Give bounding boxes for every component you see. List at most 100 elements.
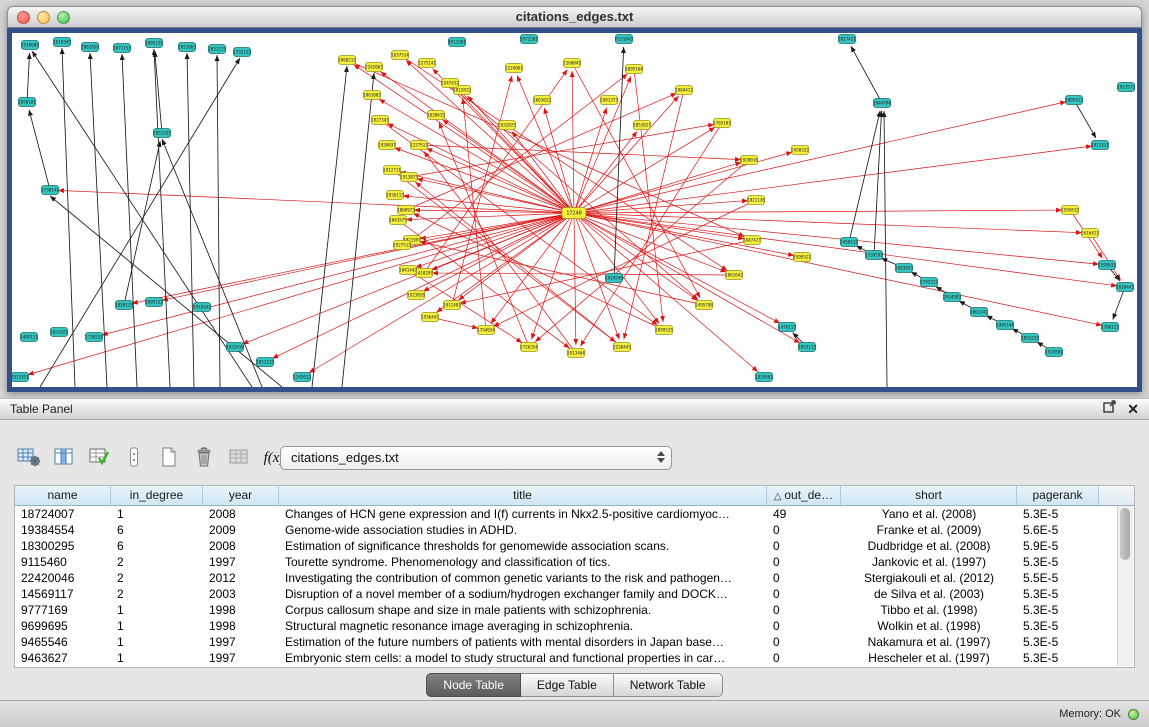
table-cell[interactable]: 1 (111, 506, 203, 522)
table-cell[interactable]: 1997 (203, 634, 279, 650)
table-cell[interactable]: 18300295 (15, 538, 111, 554)
table-cell[interactable]: 9463627 (15, 650, 111, 666)
minimize-window-button[interactable] (37, 11, 50, 24)
table-row[interactable]: 1872400712008Changes of HCN gene express… (15, 506, 1134, 522)
network-window-titlebar[interactable]: citations_edges.txt (7, 6, 1142, 28)
column-header-out_de[interactable]: △ out_de… (767, 486, 841, 506)
table-cell[interactable]: Yano et al. (2008) (841, 506, 1017, 522)
table-source-combobox[interactable]: citations_edges.txt (280, 446, 672, 470)
table-row[interactable]: 1938455462009Genome-wide association stu… (15, 522, 1134, 538)
table-cell[interactable]: Tourette syndrome. Phenomenology and cla… (279, 554, 767, 570)
table-cell[interactable]: 2 (111, 586, 203, 602)
table-cell[interactable]: 0 (767, 538, 841, 554)
table-cell[interactable]: 6 (111, 522, 203, 538)
column-header-year[interactable]: year (203, 486, 279, 506)
tab-edge-table[interactable]: Edge Table (521, 673, 614, 697)
tab-node-table[interactable]: Node Table (426, 673, 521, 697)
table-cell[interactable]: 5.3E-5 (1017, 506, 1099, 522)
table-cell[interactable]: 5.5E-5 (1017, 570, 1099, 586)
table-cell[interactable]: 5.9E-5 (1017, 538, 1099, 554)
table-cell[interactable]: Franke et al. (2009) (841, 522, 1017, 538)
table-cell[interactable]: 2008 (203, 506, 279, 522)
table-row[interactable]: 1830029562008Estimation of significance … (15, 538, 1134, 554)
table-cell[interactable]: 49 (767, 506, 841, 522)
table-cell[interactable]: 2003 (203, 586, 279, 602)
table-cell[interactable]: 22420046 (15, 570, 111, 586)
delete-column-button[interactable] (191, 445, 217, 471)
table-row[interactable]: 946554611997Estimation of the future num… (15, 634, 1134, 650)
close-panel-button[interactable]: ✕ (1127, 402, 1139, 416)
new-column-button[interactable] (156, 445, 182, 471)
table-cell[interactable]: 1 (111, 634, 203, 650)
column-header-name[interactable]: name (15, 486, 111, 506)
table-cell[interactable]: 5.3E-5 (1017, 634, 1099, 650)
table-cell[interactable]: Changes of HCN gene expression and I(f) … (279, 506, 767, 522)
scrollbar-thumb[interactable] (1120, 508, 1130, 560)
table-cell[interactable]: 14569117 (15, 586, 111, 602)
table-cell[interactable]: de Silva et al. (2003) (841, 586, 1017, 602)
table-cell[interactable]: 0 (767, 634, 841, 650)
table-cell[interactable]: 9115460 (15, 554, 111, 570)
column-header-pagerank[interactable]: pagerank (1017, 486, 1099, 506)
table-cell[interactable]: 1997 (203, 650, 279, 666)
float-panel-icon[interactable] (1103, 399, 1117, 420)
table-cell[interactable]: 1 (111, 618, 203, 634)
column-settings-button[interactable] (16, 445, 42, 471)
table-cell[interactable]: Dudbridge et al. (2008) (841, 538, 1017, 554)
table-cell[interactable]: 5.3E-5 (1017, 650, 1099, 666)
table-cell[interactable]: Tibbo et al. (1998) (841, 602, 1017, 618)
show-columns-button[interactable] (51, 445, 77, 471)
import-table-button[interactable] (226, 445, 252, 471)
row-options-button[interactable] (121, 445, 147, 471)
column-header-title[interactable]: title (279, 486, 767, 506)
table-row[interactable]: 969969511998Structural magnetic resonanc… (15, 618, 1134, 634)
table-cell[interactable]: Embryonic stem cells: a model to study s… (279, 650, 767, 666)
table-row[interactable]: 1456911722003Disruption of a novel membe… (15, 586, 1134, 602)
table-cell[interactable]: 0 (767, 602, 841, 618)
table-cell[interactable]: Wolkin et al. (1998) (841, 618, 1017, 634)
table-cell[interactable]: 0 (767, 522, 841, 538)
table-cell[interactable]: 5.3E-5 (1017, 554, 1099, 570)
table-cell[interactable]: 1998 (203, 618, 279, 634)
table-cell[interactable]: 5.3E-5 (1017, 618, 1099, 634)
table-cell[interactable]: 19384554 (15, 522, 111, 538)
table-cell[interactable]: 1998 (203, 602, 279, 618)
table-cell[interactable]: 0 (767, 570, 841, 586)
edit-columns-button[interactable] (86, 445, 112, 471)
table-cell[interactable]: Hescheler et al. (1997) (841, 650, 1017, 666)
table-cell[interactable]: Investigating the contribution of common… (279, 570, 767, 586)
table-cell[interactable]: 5.3E-5 (1017, 586, 1099, 602)
table-cell[interactable]: Genome-wide association studies in ADHD. (279, 522, 767, 538)
table-cell[interactable]: 0 (767, 650, 841, 666)
table-cell[interactable]: 9465546 (15, 634, 111, 650)
table-cell[interactable]: 18724007 (15, 506, 111, 522)
table-cell[interactable]: 6 (111, 538, 203, 554)
zoom-window-button[interactable] (57, 11, 70, 24)
table-cell[interactable]: 0 (767, 554, 841, 570)
table-cell[interactable]: 2008 (203, 538, 279, 554)
table-cell[interactable]: Disruption of a novel member of a sodium… (279, 586, 767, 602)
table-cell[interactable]: Nakamura et al. (1997) (841, 634, 1017, 650)
citation-network-graph[interactable]: 1724022608451895164190441217651031920018… (12, 33, 1137, 387)
table-cell[interactable]: 5.3E-5 (1017, 602, 1099, 618)
table-cell[interactable]: 1 (111, 602, 203, 618)
table-cell[interactable]: 9777169 (15, 602, 111, 618)
table-row[interactable]: 911546021997Tourette syndrome. Phenomeno… (15, 554, 1134, 570)
table-cell[interactable]: 5.6E-5 (1017, 522, 1099, 538)
network-canvas[interactable]: 1724022608451895164190441217651031920018… (7, 28, 1142, 392)
table-cell[interactable]: 0 (767, 618, 841, 634)
table-cell[interactable]: 2 (111, 554, 203, 570)
table-vertical-scrollbar[interactable] (1117, 506, 1133, 666)
table-cell[interactable]: 1997 (203, 554, 279, 570)
table-cell[interactable]: Structural magnetic resonance image aver… (279, 618, 767, 634)
table-cell[interactable]: 1 (111, 650, 203, 666)
table-cell[interactable]: Estimation of significance thresholds fo… (279, 538, 767, 554)
table-cell[interactable]: 2009 (203, 522, 279, 538)
table-cell[interactable]: Stergiakouli et al. (2012) (841, 570, 1017, 586)
table-cell[interactable]: 9699695 (15, 618, 111, 634)
table-cell[interactable]: Corpus callosum shape and size in male p… (279, 602, 767, 618)
column-header-short[interactable]: short (841, 486, 1017, 506)
table-cell[interactable]: 2 (111, 570, 203, 586)
table-row[interactable]: 2242004622012Investigating the contribut… (15, 570, 1134, 586)
column-header-in_degree[interactable]: in_degree (111, 486, 203, 506)
